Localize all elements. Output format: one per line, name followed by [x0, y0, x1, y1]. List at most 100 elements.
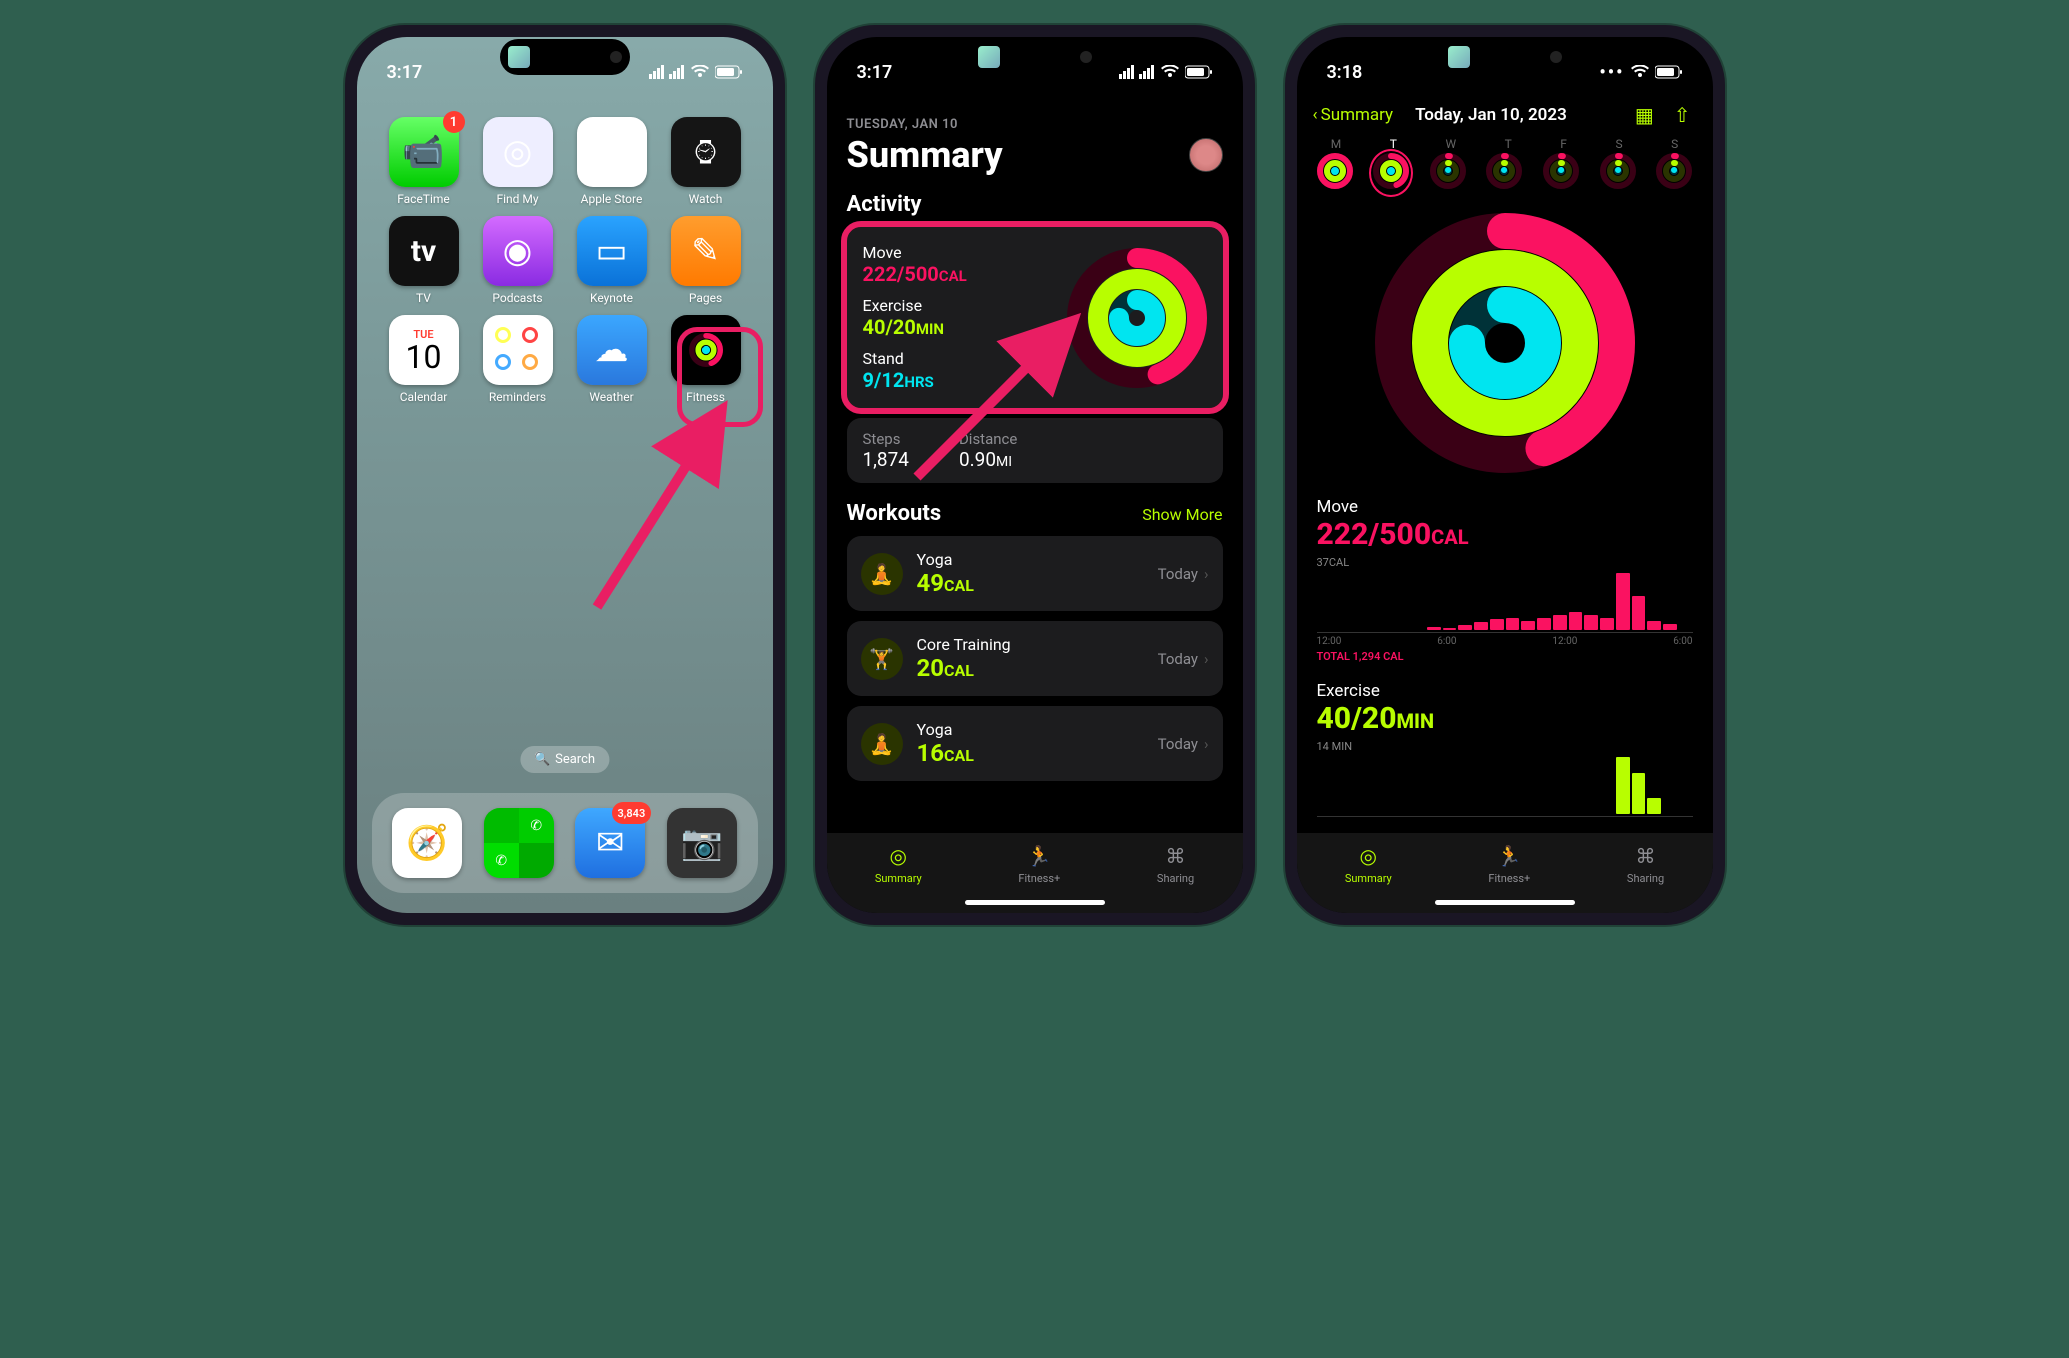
workout-row[interactable]: 🧘Yoga16CALToday — [847, 706, 1223, 781]
rings-icon: ◎ — [885, 843, 911, 869]
tab-summary[interactable]: ◎Summary — [875, 843, 922, 885]
exercise-label: Exercise — [1317, 681, 1693, 701]
weekday-ring[interactable] — [1373, 153, 1409, 193]
dock-app-mail[interactable]: ✉︎3,843 — [575, 808, 645, 878]
search-label: Search — [555, 752, 595, 767]
dynamic-island — [1440, 39, 1570, 75]
status-time: 3:17 — [857, 62, 893, 83]
profile-avatar[interactable] — [1189, 138, 1223, 172]
phone-fitness-summary: 3:17 TUESDAY, JAN 10 Summary Activity — [815, 25, 1255, 925]
tab-fitness-plus[interactable]: 🏃Fitness+ — [1488, 843, 1530, 885]
battery-icon — [715, 65, 743, 79]
app-weather[interactable]: ☁Weather — [565, 315, 659, 404]
dock-app-camera[interactable]: 📷 — [667, 808, 737, 878]
stand-label: Stand — [863, 349, 967, 368]
tab-fitness-plus[interactable]: 🏃Fitness+ — [1018, 843, 1060, 885]
tab-sharing[interactable]: ⌘Sharing — [1627, 843, 1664, 885]
weekday-ring[interactable] — [1430, 153, 1466, 193]
battery-icon — [1655, 65, 1683, 79]
wifi-icon — [691, 65, 709, 79]
app-calendar[interactable]: TUE10Calendar — [377, 315, 471, 404]
weekday-rings — [1297, 153, 1713, 203]
workout-icon: 🧘 — [861, 553, 903, 595]
move-total: TOTAL 1,294 CAL — [1317, 650, 1693, 663]
home-indicator[interactable] — [1435, 900, 1575, 905]
app-tv[interactable]: tvTV — [377, 216, 471, 305]
activity-card[interactable]: Move222/500CAL Exercise40/20MIN Stand9/1… — [847, 227, 1223, 408]
weekday-ring[interactable] — [1543, 153, 1579, 193]
steps-value: 1,874 — [863, 448, 909, 471]
exercise-hourly-chart — [1317, 757, 1693, 817]
rings-icon: ◎ — [1355, 843, 1381, 869]
exercise-value: 40/20 — [863, 315, 916, 339]
move-label: Move — [863, 243, 967, 262]
dual-signal-icon — [1119, 65, 1155, 79]
tab-summary[interactable]: ◎Summary — [1345, 843, 1392, 885]
stand-value: 9/12 — [863, 368, 905, 392]
distance-value: 0.90 — [959, 448, 996, 471]
move-label: Move — [1317, 497, 1693, 517]
chevron-left-icon: ‹ — [1313, 105, 1318, 125]
weekday-header: MTWTFSS — [1297, 133, 1713, 153]
run-icon: 🏃 — [1496, 843, 1522, 869]
app-watch[interactable]: ⌚︎Watch — [659, 117, 753, 206]
wifi-icon — [1161, 65, 1179, 79]
exercise-value: 40/20 — [1317, 701, 1397, 736]
exercise-peak: 14 MIN — [1317, 740, 1693, 753]
workout-icon: 🧘 — [861, 723, 903, 765]
weekday-label: T — [1390, 137, 1397, 151]
app-pages[interactable]: ✎Pages — [659, 216, 753, 305]
app-facetime[interactable]: 📹1FaceTime — [377, 117, 471, 206]
dynamic-island — [500, 39, 630, 75]
move-hourly-chart — [1317, 573, 1693, 633]
app-find-my[interactable]: ◎Find My — [471, 117, 565, 206]
annotation-arrow — [587, 397, 747, 617]
home-indicator[interactable] — [965, 900, 1105, 905]
dock-app-messages[interactable]: ✆✆ — [484, 808, 554, 878]
workout-icon: 🏋 — [861, 638, 903, 680]
phone-activity-detail: 3:18 ••• ‹Summary Today, Jan 10, 2023 ▦ … — [1285, 25, 1725, 925]
move-value: 222/500 — [1317, 517, 1432, 552]
dual-signal-icon — [649, 65, 685, 79]
move-chart-axis: 12:006:0012:006:00 — [1317, 636, 1693, 647]
nav-bar: ‹Summary Today, Jan 10, 2023 ▦ ⇧ — [1297, 97, 1713, 133]
tab-sharing[interactable]: ⌘Sharing — [1157, 843, 1194, 885]
dynamic-island — [970, 39, 1100, 75]
app-keynote[interactable]: ▭Keynote — [565, 216, 659, 305]
move-value: 222/500 — [863, 262, 939, 286]
weekday-label: T — [1505, 137, 1512, 151]
search-icon: 🔍 — [534, 752, 550, 767]
calendar-icon[interactable]: ▦ — [1629, 103, 1660, 127]
sharing-icon: ⌘ — [1163, 843, 1189, 869]
app-apple-store[interactable]: 🛍Apple Store — [565, 117, 659, 206]
dock-app-safari[interactable]: 🧭 — [392, 808, 462, 878]
phone-home-screen: 3:17 📹1FaceTime◎Find My🛍Apple Store⌚︎Wat… — [345, 25, 785, 925]
steps-distance-card[interactable]: Steps1,874 Distance0.90MI — [847, 418, 1223, 483]
app-podcasts[interactable]: ◉Podcasts — [471, 216, 565, 305]
show-more-link[interactable]: Show More — [1142, 505, 1222, 524]
weekday-ring[interactable] — [1317, 153, 1353, 193]
share-icon[interactable]: ⇧ — [1668, 103, 1697, 127]
app-fitness[interactable]: Fitness — [659, 315, 753, 404]
wifi-icon — [1631, 65, 1649, 79]
search-pill[interactable]: 🔍 Search — [520, 746, 609, 773]
dock: 🧭 ✆✆ ✉︎3,843 📷 — [372, 793, 758, 893]
app-reminders[interactable]: Reminders — [471, 315, 565, 404]
page-title: Summary — [847, 134, 1003, 176]
exercise-label: Exercise — [863, 296, 967, 315]
weekday-ring[interactable] — [1656, 153, 1692, 193]
sharing-icon: ⌘ — [1633, 843, 1659, 869]
distance-label: Distance — [959, 430, 1017, 448]
activity-rings — [1067, 248, 1207, 388]
more-icon: ••• — [1599, 62, 1624, 83]
weekday-ring[interactable] — [1486, 153, 1522, 193]
weekday-label: S — [1615, 137, 1622, 151]
workout-row[interactable]: 🧘Yoga49CALToday — [847, 536, 1223, 611]
date-label: TUESDAY, JAN 10 — [847, 117, 1223, 132]
status-time: 3:18 — [1327, 62, 1363, 83]
workout-row[interactable]: 🏋Core Training20CALToday — [847, 621, 1223, 696]
weekday-ring[interactable] — [1600, 153, 1636, 193]
status-time: 3:17 — [387, 62, 423, 83]
battery-icon — [1185, 65, 1213, 79]
activity-rings-large — [1375, 213, 1635, 473]
